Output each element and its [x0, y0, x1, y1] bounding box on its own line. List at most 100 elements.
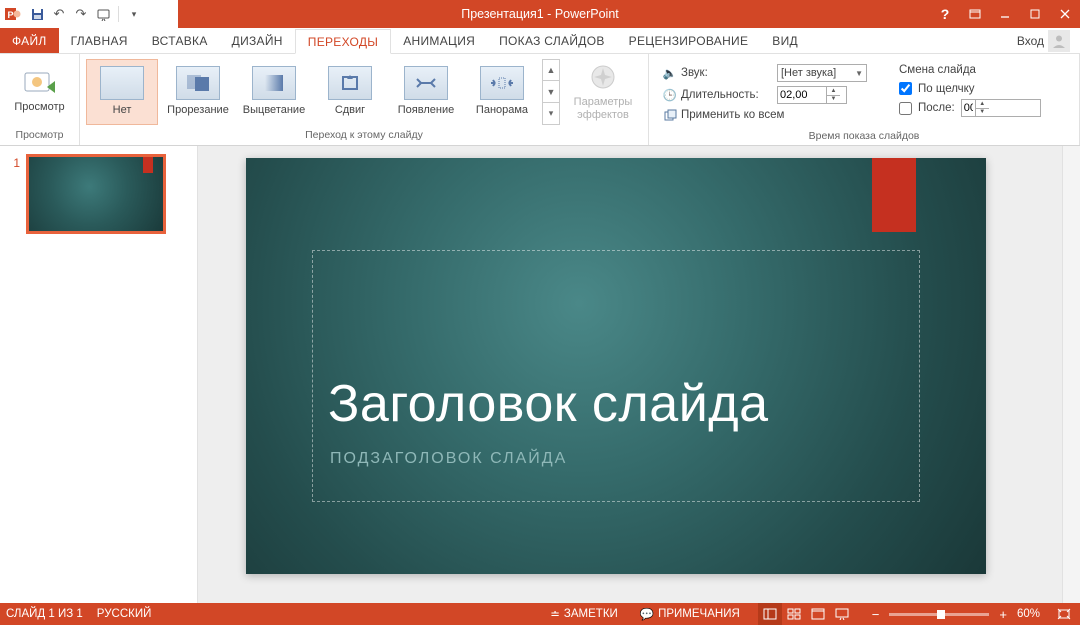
transition-label: Появление: [398, 104, 454, 116]
slide-thumbnail-1[interactable]: [26, 154, 166, 234]
notes-button[interactable]: ≐ЗАМЕТКИ: [546, 603, 622, 625]
comments-icon: 💬: [640, 607, 654, 621]
qat-separator: [118, 6, 119, 22]
transition-split[interactable]: Панорама: [466, 59, 538, 125]
transition-none[interactable]: Нет: [86, 59, 158, 125]
on-click-checkbox-row[interactable]: По щелчку: [899, 82, 1041, 95]
status-bar: СЛАЙД 1 ИЗ 1 РУССКИЙ ≐ЗАМЕТКИ 💬 ПРИМЕЧАНИ…: [0, 603, 1080, 625]
tab-insert[interactable]: ВСТАВКА: [140, 28, 220, 53]
view-buttons: [758, 603, 854, 625]
preview-icon: [23, 69, 57, 97]
close-button[interactable]: [1050, 0, 1080, 28]
start-slideshow-button[interactable]: [94, 5, 112, 23]
zoom-control: − + 60%: [868, 607, 1040, 622]
transition-split-icon: [480, 66, 524, 100]
maximize-button[interactable]: [1020, 0, 1050, 28]
transition-label: Панорама: [476, 104, 528, 116]
qat-area: P ↶ ↷ ▾: [0, 0, 178, 28]
ribbon-tabs: ФАЙЛ ГЛАВНАЯ ВСТАВКА ДИЗАЙН ПЕРЕХОДЫ АНИ…: [0, 28, 1080, 54]
sound-combo[interactable]: [Нет звука] ▼: [777, 64, 867, 82]
transition-label: Сдвиг: [335, 104, 365, 116]
language-indicator[interactable]: РУССКИЙ: [97, 608, 152, 620]
tab-animation[interactable]: АНИМАЦИЯ: [391, 28, 487, 53]
on-click-checkbox[interactable]: [899, 82, 912, 95]
spinner-up[interactable]: ▲: [827, 87, 840, 96]
reading-view-button[interactable]: [806, 603, 830, 625]
qat-customize-button[interactable]: ▾: [125, 5, 143, 23]
quick-access-toolbar: ↶ ↷ ▾: [28, 5, 143, 23]
after-label: После:: [918, 102, 955, 114]
apply-all-icon: [663, 108, 677, 122]
save-button[interactable]: [28, 5, 46, 23]
bookmark-icon: [143, 157, 153, 173]
tab-review[interactable]: РЕЦЕНЗИРОВАНИЕ: [617, 28, 761, 53]
transition-gallery-scroll: ▲ ▼ ▾: [542, 59, 560, 125]
vertical-scrollbar[interactable]: [1062, 146, 1080, 603]
apply-all-label: Применить ко всем: [681, 109, 784, 121]
title-bar: P ↶ ↷ ▾ Презентация1 - PowerPoint ?: [0, 0, 1080, 28]
effect-options-icon: [588, 62, 618, 92]
duration-input[interactable]: [778, 89, 826, 101]
notes-label: ЗАМЕТКИ: [564, 608, 618, 620]
user-avatar-icon: [1048, 30, 1070, 52]
thumbnail-number: 1: [10, 154, 20, 234]
tab-home[interactable]: ГЛАВНАЯ: [59, 28, 140, 53]
slide-counter[interactable]: СЛАЙД 1 ИЗ 1: [6, 608, 83, 620]
slide-thumbnails-panel: 1: [0, 146, 198, 603]
transition-push[interactable]: Сдвиг: [314, 59, 386, 125]
zoom-slider[interactable]: [889, 613, 989, 616]
slide-subtitle-text[interactable]: ПОДЗАГОЛОВОК СЛАЙДА: [330, 450, 567, 468]
tab-file[interactable]: ФАЙЛ: [0, 28, 59, 53]
tab-slideshow[interactable]: ПОКАЗ СЛАЙДОВ: [487, 28, 617, 53]
sound-value: [Нет звука]: [781, 67, 836, 79]
undo-button[interactable]: ↶: [50, 5, 68, 23]
spinner-down[interactable]: ▼: [827, 96, 840, 104]
ribbon-display-options-button[interactable]: [960, 0, 990, 28]
sign-in-link[interactable]: Вход: [1013, 28, 1080, 53]
slide-title-text[interactable]: Заголовок слайда: [328, 374, 926, 434]
duration-label: Длительность:: [681, 89, 759, 101]
comments-label: ПРИМЕЧАНИЯ: [658, 608, 740, 620]
window-controls: ?: [930, 0, 1080, 28]
gallery-expand[interactable]: ▾: [543, 103, 559, 124]
transition-wipe-icon: [404, 66, 448, 100]
transition-push-icon: [328, 66, 372, 100]
zoom-out-button[interactable]: −: [868, 607, 884, 622]
comments-button[interactable]: 💬 ПРИМЕЧАНИЯ: [636, 603, 744, 625]
gallery-scroll-down[interactable]: ▼: [543, 81, 559, 103]
spinner-down[interactable]: ▼: [976, 109, 989, 117]
transition-wipe[interactable]: Появление: [390, 59, 462, 125]
normal-view-button[interactable]: [758, 603, 782, 625]
workspace: 1 Заголовок слайда ПОДЗАГОЛОВОК СЛАЙДА: [0, 146, 1080, 603]
slideshow-view-button[interactable]: [830, 603, 854, 625]
apply-to-all-button[interactable]: Применить ко всем: [663, 108, 784, 122]
tab-transitions[interactable]: ПЕРЕХОДЫ: [295, 29, 391, 54]
after-spinner[interactable]: ▲▼: [961, 99, 1041, 117]
gallery-scroll-up[interactable]: ▲: [543, 60, 559, 82]
after-input[interactable]: [962, 102, 975, 115]
sound-label: Звук:: [681, 67, 708, 79]
tab-view[interactable]: ВИД: [760, 28, 810, 53]
help-button[interactable]: ?: [930, 0, 960, 28]
duration-spinner[interactable]: ▲▼: [777, 86, 847, 104]
zoom-thumb[interactable]: [937, 610, 945, 619]
sorter-view-button[interactable]: [782, 603, 806, 625]
on-click-label: По щелчку: [918, 83, 975, 95]
chevron-down-icon: ▼: [855, 69, 863, 78]
minimize-button[interactable]: [990, 0, 1020, 28]
redo-button[interactable]: ↷: [72, 5, 90, 23]
transition-label: Выцветание: [243, 104, 305, 116]
spinner-up[interactable]: ▲: [976, 100, 989, 109]
thumbnail-row: 1: [0, 154, 197, 234]
zoom-in-button[interactable]: +: [995, 607, 1011, 622]
transition-fade[interactable]: Выцветание: [238, 59, 310, 125]
tab-design[interactable]: ДИЗАЙН: [220, 28, 295, 53]
fit-to-window-button[interactable]: [1054, 608, 1074, 620]
slide[interactable]: Заголовок слайда ПОДЗАГОЛОВОК СЛАЙДА: [246, 158, 986, 574]
zoom-percent[interactable]: 60%: [1017, 608, 1040, 620]
transition-none-icon: [100, 66, 144, 100]
after-checkbox[interactable]: [899, 102, 912, 115]
transition-cut[interactable]: Прорезание: [162, 59, 234, 125]
advance-title: Смена слайда: [899, 64, 1041, 76]
preview-button[interactable]: Просмотр: [6, 59, 73, 125]
